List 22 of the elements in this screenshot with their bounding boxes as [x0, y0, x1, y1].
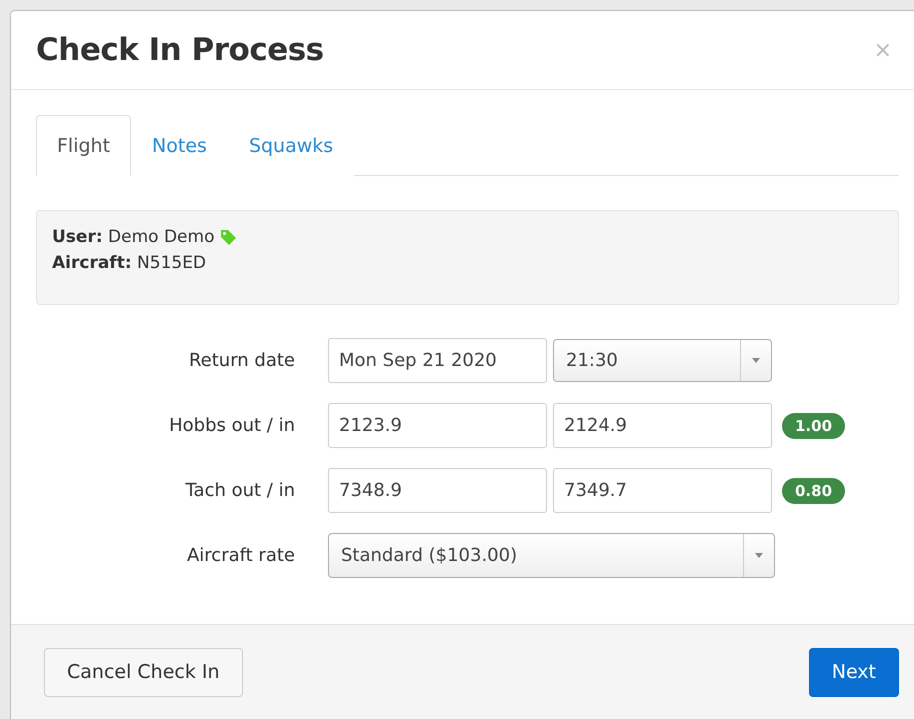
- input-field[interactable]: 7348.9: [328, 468, 547, 513]
- caret-icon: [755, 553, 763, 558]
- difference-badge: 1.00: [782, 412, 846, 438]
- difference-badge: 0.80: [782, 478, 846, 504]
- input-field[interactable]: 2124.9: [553, 403, 772, 448]
- cancel-button[interactable]: Cancel Check In: [44, 648, 243, 696]
- select-field[interactable]: 21:30: [553, 339, 772, 382]
- select-field[interactable]: Standard ($103.00): [328, 533, 775, 578]
- field-label: Hobbs out / in: [168, 415, 295, 436]
- caret-icon: [752, 358, 760, 363]
- date-field[interactable]: Mon Sep 21 2020: [328, 338, 547, 383]
- tag-icon: [219, 228, 238, 246]
- field-label: Aircraft rate: [186, 545, 295, 566]
- field-label: Return date: [188, 350, 295, 371]
- field-label: Tach out / in: [184, 480, 295, 501]
- aircraft-text: Aircraft: N515ED: [52, 253, 206, 273]
- input-field[interactable]: 2123.9: [328, 403, 547, 448]
- input-field[interactable]: 7349.7: [553, 468, 772, 513]
- tab[interactable]: Flight: [36, 115, 132, 176]
- dialog-title: Check In Process: [36, 32, 324, 68]
- user-text: User: Demo Demo: [52, 227, 214, 247]
- next-button[interactable]: Next: [808, 648, 899, 696]
